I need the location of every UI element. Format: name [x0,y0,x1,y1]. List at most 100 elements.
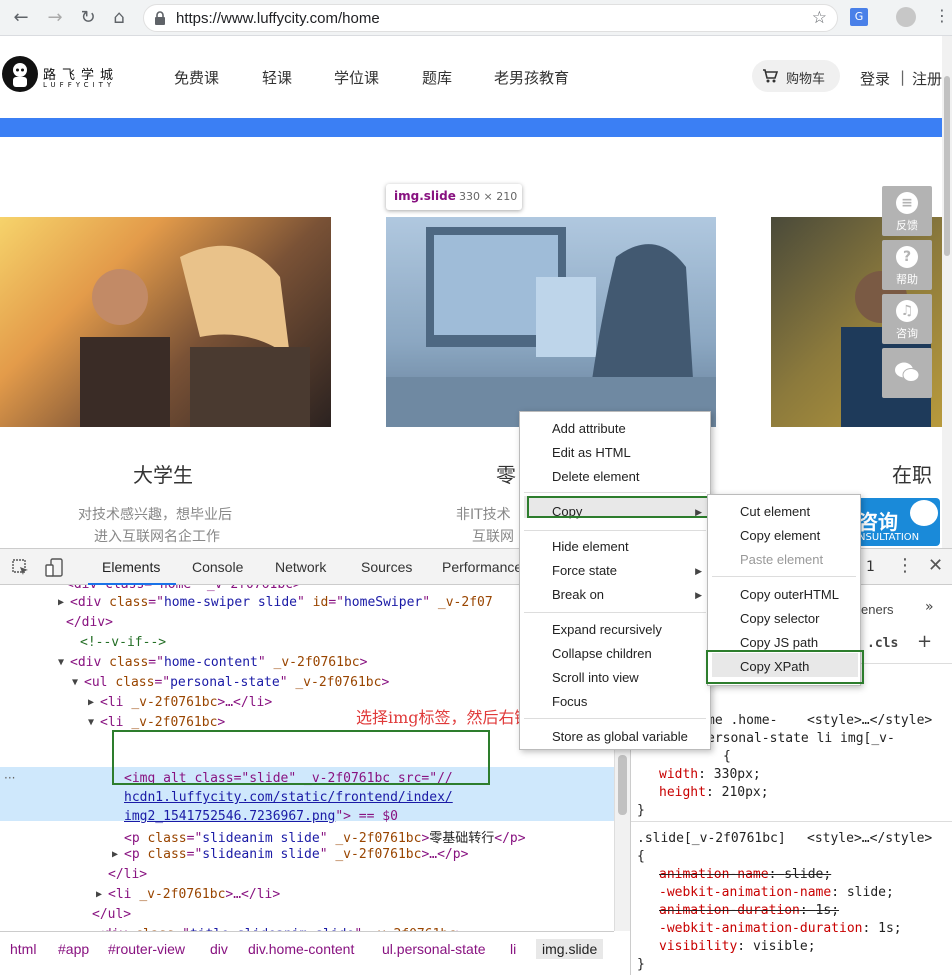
menu-hide-element[interactable]: Hide element [552,539,629,554]
nav-oldboy-education[interactable]: 老男孩教育 [494,67,569,88]
slide-image-students[interactable] [0,217,331,427]
inspect-element-icon[interactable] [12,559,30,577]
cls-toggle[interactable]: .cls [867,636,898,651]
expand-triangle-icon[interactable]: ▶ [96,889,102,900]
breadcrumb-item[interactable]: img.slide [536,939,604,959]
wechat-icon [895,362,920,382]
breadcrumb-item[interactable]: #router-view [108,941,185,957]
forward-icon[interactable]: → [44,7,66,29]
rule1-source[interactable]: <style>…</style> [807,713,932,728]
more-tabs-icon[interactable]: » [925,599,934,615]
menu-copy-element[interactable]: Copy element [740,528,820,543]
breadcrumb-item[interactable]: li [510,941,516,957]
menu-dots-icon[interactable]: ⋮ [934,6,950,25]
breadcrumb-item[interactable]: ul.personal-state [382,941,486,957]
tab-elements[interactable]: Elements [88,549,176,585]
dom-node-line[interactable]: ▶ <li _v-2f0761bc>…</li> [88,695,272,710]
nav-light-courses[interactable]: 轻课 [262,67,292,88]
devtools-menu-icon[interactable]: ⋮ [896,555,914,576]
dom-node-line[interactable]: </div> [66,615,113,630]
prop-height[interactable]: height: 210px; [659,785,769,800]
dom-node-line[interactable]: ▶ <li _v-2f0761bc>…</li> [96,887,280,902]
menu-store-as-global[interactable]: Store as global variable [552,729,688,744]
help-button[interactable]: ? 帮助 [882,240,932,290]
tab-console[interactable]: Console [192,559,243,575]
card-title-working: 在职 [892,463,932,487]
expand-triangle-icon[interactable]: ▶ [58,597,64,608]
dom-node-line[interactable]: ▼ <div class="home-content" _v-2f0761bc> [58,655,367,670]
dom-node-line[interactable]: <!--v-if--> [80,635,166,650]
reload-icon[interactable]: ↻ [77,7,99,29]
dom-node-line[interactable]: </li> [108,867,147,882]
event-listeners-tab[interactable]: eners [861,602,894,617]
expand-triangle-icon[interactable]: ▶ [112,849,118,860]
menu-paste-element: Paste element [740,552,824,567]
menu-break-on[interactable]: Break on [552,587,604,602]
breadcrumb-item[interactable]: div.home-content [248,941,354,957]
style-prop-animation-name[interactable]: animation-name: slide; [659,867,831,882]
close-devtools-icon[interactable]: ✕ [928,555,943,576]
cart-button[interactable]: 购物车 [752,60,840,92]
nav-question-bank[interactable]: 题库 [422,67,452,88]
expand-triangle-icon[interactable]: ▶ [88,697,94,708]
style-prop-webkit-animation-name[interactable]: -webkit-animation-name: slide; [659,885,894,900]
prop-width[interactable]: width: 330px; [659,767,761,782]
nav-degree-courses[interactable]: 学位课 [334,67,379,88]
menu-focus[interactable]: Focus [552,694,587,709]
dom-node-line[interactable]: ▼ <li _v-2f0761bc> [88,715,225,730]
menu-expand-recursively[interactable]: Expand recursively [552,622,662,637]
dom-node-line[interactable]: ▼ <ul class="personal-state" _v-2f0761bc> [72,675,389,690]
login-separator: | [900,68,906,86]
menu-copy-selector[interactable]: Copy selector [740,611,819,626]
rule1-open-brace: { [723,749,731,764]
bookmark-star-icon[interactable]: ☆ [812,8,827,28]
nav-free-courses[interactable]: 免费课 [174,67,219,88]
device-toolbar-icon[interactable] [45,558,65,578]
profile-avatar-icon[interactable] [896,7,916,27]
login-link[interactable]: 登录 [860,68,890,89]
menu-force-state[interactable]: Force state [552,563,617,578]
inspect-highlight-overlay [386,217,716,427]
style-prop-visibility[interactable]: visibility: visible; [659,939,816,954]
dom-node-line[interactable]: ▶ <p class="slideanim slide" _v-2f0761bc>… [112,847,468,862]
address-bar[interactable]: https://www.luffycity.com/home ☆ [143,4,838,32]
page-scrollbar[interactable] [942,36,952,548]
menu-collapse-children[interactable]: Collapse children [552,646,652,661]
dom-node-line[interactable]: <p class="slideanim slide" _v-2f0761bc>零… [124,827,526,846]
feedback-button[interactable]: ≡ 反馈 [882,186,932,236]
tooltip-element-name: img.slide [394,189,456,203]
add-style-rule-icon[interactable]: + [917,631,932,652]
collapse-triangle-icon[interactable]: ▼ [88,717,94,728]
menu-delete-element[interactable]: Delete element [552,469,639,484]
style-prop-animation-duration[interactable]: animation-duration: 1s; [659,903,839,918]
collapse-triangle-icon[interactable]: ▼ [58,657,64,668]
consult-side-button[interactable]: ♫ 咨询 [882,294,932,344]
dom-node-line[interactable]: ▶ <div class="home-swiper slide" id="home… [58,595,493,610]
menu-add-attribute[interactable]: Add attribute [552,421,626,436]
tab-network[interactable]: Network [275,559,326,575]
style-prop-webkit-animation-duration[interactable]: -webkit-animation-duration: 1s; [659,921,902,936]
home-icon[interactable]: ⌂ [108,7,130,29]
menu-edit-as-html[interactable]: Edit as HTML [552,445,631,460]
logo-icon[interactable] [2,56,38,92]
menu-copy-js-path[interactable]: Copy JS path [740,635,818,650]
menu-copy-outerhtml[interactable]: Copy outerHTML [740,587,839,602]
tab-performance[interactable]: Performance [442,559,522,575]
collapse-triangle-icon[interactable]: ▼ [72,677,78,688]
dom-node-line[interactable]: </ul> [92,907,131,922]
translate-icon[interactable]: G [850,8,868,26]
wechat-button[interactable] [882,348,932,398]
rule2-source[interactable]: <style>…</style> [807,831,932,846]
register-link[interactable]: 注册 [912,68,942,89]
menu-cut-element[interactable]: Cut element [740,504,810,519]
tab-sources[interactable]: Sources [361,559,412,575]
breadcrumb-item[interactable]: html [10,941,36,957]
breadcrumb-item[interactable]: #app [58,941,89,957]
inspect-tooltip: img.slide 330 × 210 [386,184,522,210]
consultation-banner[interactable]: 咨询 NSULTATION [852,498,940,546]
rule1-selector-a: me .home- [707,713,778,728]
breadcrumb-item[interactable]: div [210,941,228,957]
menu-scroll-into-view[interactable]: Scroll into view [552,670,639,685]
node-ellipsis-icon[interactable]: ··· [4,771,15,785]
back-icon[interactable]: ← [10,7,32,29]
